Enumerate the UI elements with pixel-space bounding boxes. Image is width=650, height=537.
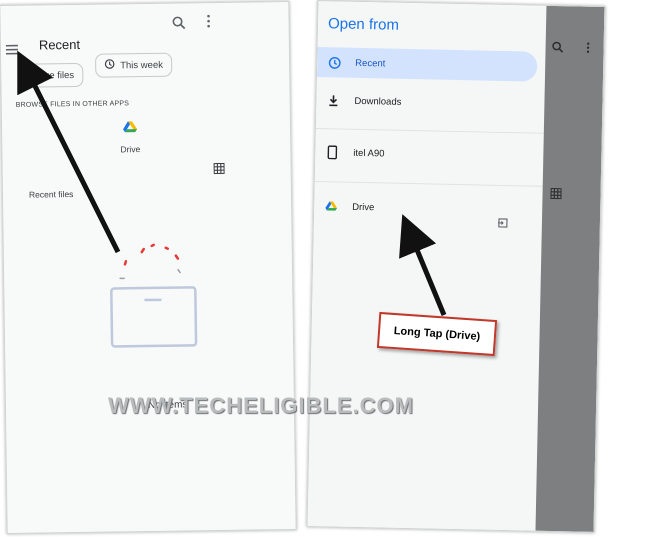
download-icon: [326, 93, 340, 107]
divider: [315, 128, 544, 134]
drawer-item-downloads[interactable]: Downloads: [316, 85, 545, 120]
right-phone-screen: Open from Recent Downloads itel A90 Driv…: [306, 0, 606, 533]
more-vert-icon[interactable]: [205, 14, 211, 33]
recent-files-label: Recent files: [28, 189, 74, 200]
drawer-item-drive[interactable]: Drive: [314, 191, 543, 226]
app-drive[interactable]: Drive: [110, 120, 150, 155]
drawer-item-recent[interactable]: Recent: [316, 47, 538, 82]
drawer-item-label: Drive: [352, 201, 375, 213]
clock-icon: [327, 55, 341, 69]
empty-folder-illustration: [108, 284, 201, 356]
phone-icon: [325, 145, 339, 160]
drawer-title: Open from: [327, 15, 400, 34]
search-icon[interactable]: [171, 15, 186, 34]
drive-icon: [110, 120, 150, 139]
more-vert-icon: [585, 41, 590, 59]
page-title: Recent: [38, 36, 81, 53]
chip-label: Large files: [30, 69, 75, 82]
grid-view-icon: [550, 186, 562, 204]
drawer-item-device[interactable]: itel A90: [315, 137, 544, 172]
grid-view-icon[interactable]: [213, 161, 225, 179]
chip-this-week[interactable]: This week: [95, 52, 173, 78]
app-label: Drive: [120, 144, 141, 155]
open-in-app-icon[interactable]: [497, 215, 508, 233]
browse-section-label: BROWSE FILES IN OTHER APPS: [15, 100, 130, 109]
search-icon: [551, 40, 564, 58]
drawer-item-label: Recent: [355, 57, 386, 69]
drawer-item-label: Downloads: [354, 95, 402, 108]
divider: [314, 181, 543, 187]
menu-icon[interactable]: [5, 43, 19, 55]
left-phone-screen: Recent Large files This week BROWSE FILE…: [0, 1, 297, 534]
scrim-overlay[interactable]: [535, 5, 605, 532]
navigation-drawer: Open from Recent Downloads itel A90 Driv…: [307, 1, 547, 531]
loading-indicator: [112, 241, 193, 287]
drive-icon: [324, 199, 338, 213]
history-icon: [104, 58, 115, 72]
chip-large-files[interactable]: Large files: [21, 62, 84, 88]
watermark: WWW.TECHELIGIBLE.COM: [108, 393, 414, 418]
drawer-item-label: itel A90: [353, 147, 385, 159]
chip-label: This week: [120, 59, 164, 71]
